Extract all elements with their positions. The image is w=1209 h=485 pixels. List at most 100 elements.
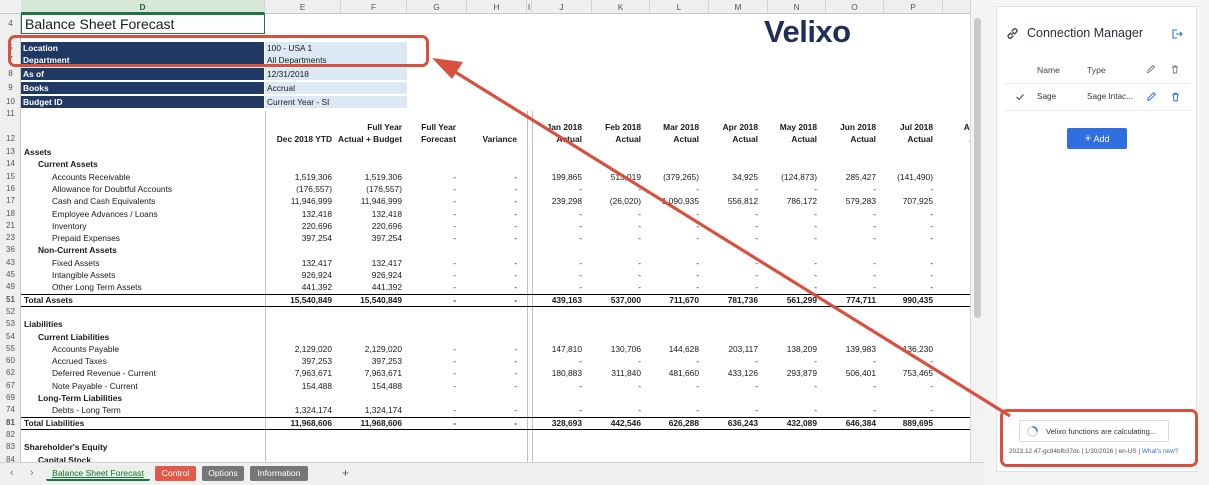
cell-n[interactable]: -: [758, 220, 817, 232]
cell-e[interactable]: 220,696: [255, 220, 332, 232]
cell-h[interactable]: -: [457, 183, 517, 195]
cell-j[interactable]: -: [522, 257, 582, 269]
sheet-tab-information[interactable]: Information: [250, 466, 308, 481]
cell-n[interactable]: 561,299: [758, 294, 817, 306]
cell-m[interactable]: -: [699, 183, 758, 195]
cell-p[interactable]: -: [874, 220, 933, 232]
cell-f[interactable]: (176,557): [331, 183, 402, 195]
cell-g[interactable]: -: [397, 171, 456, 183]
cell-k[interactable]: -: [582, 380, 641, 392]
param-value[interactable]: Current Year - SI: [265, 96, 407, 109]
column-header-o[interactable]: O: [826, 0, 884, 14]
cell-o[interactable]: 506,401: [816, 367, 876, 379]
cell-k[interactable]: -: [582, 404, 641, 416]
cell-n[interactable]: 293,879: [758, 367, 817, 379]
cell-n[interactable]: -: [758, 232, 817, 244]
cell-e[interactable]: 926,924: [255, 269, 332, 281]
cell-h[interactable]: -: [457, 355, 517, 367]
cell-e[interactable]: 1,519,306: [255, 171, 332, 183]
cell-o[interactable]: -: [816, 257, 876, 269]
row-label[interactable]: Deferred Revenue - Current: [52, 367, 156, 379]
cell-o[interactable]: -: [816, 183, 876, 195]
cell-h[interactable]: -: [457, 367, 517, 379]
cell-k[interactable]: -: [582, 269, 641, 281]
cell-k[interactable]: -: [582, 208, 641, 220]
row-label[interactable]: Non-Current Assets: [38, 244, 117, 256]
cell-j[interactable]: -: [522, 208, 582, 220]
cell-l[interactable]: -: [640, 404, 699, 416]
cell-g[interactable]: -: [397, 404, 456, 416]
cell-n[interactable]: 138,209: [758, 343, 817, 355]
cell-g[interactable]: -: [397, 257, 456, 269]
cell-g[interactable]: -: [397, 195, 456, 207]
cell-f[interactable]: 1,519,306: [331, 171, 402, 183]
delete-connection-icon[interactable]: [1170, 91, 1181, 102]
cell-p[interactable]: 136,230: [874, 343, 933, 355]
cell-f[interactable]: 1,324,174: [331, 404, 402, 416]
row-label[interactable]: Prepaid Expenses: [52, 232, 120, 244]
cell-h[interactable]: -: [457, 294, 517, 306]
cell-o[interactable]: 285,427: [816, 171, 876, 183]
cell-f[interactable]: 441,392: [331, 281, 402, 293]
cell-n[interactable]: 786,172: [758, 195, 817, 207]
cell-m[interactable]: -: [699, 380, 758, 392]
param-label[interactable]: Books: [21, 82, 264, 95]
tab-scroll-prev-button[interactable]: ‹: [4, 466, 20, 481]
cell-l[interactable]: 1,090,935: [640, 195, 699, 207]
cell-e[interactable]: 397,254: [255, 232, 332, 244]
cell-f[interactable]: 154,488: [331, 380, 402, 392]
cell-m[interactable]: 34,925: [699, 171, 758, 183]
row-label[interactable]: Assets: [24, 146, 51, 158]
cell-j[interactable]: -: [522, 380, 582, 392]
cell-k[interactable]: 513,019: [582, 171, 641, 183]
cell-n[interactable]: -: [758, 208, 817, 220]
column-header-e[interactable]: E: [265, 0, 341, 14]
cell-q[interactable]: 7: [933, 294, 970, 306]
cell-g[interactable]: -: [397, 208, 456, 220]
cell-l[interactable]: -: [640, 183, 699, 195]
cell-n[interactable]: 432,089: [758, 417, 817, 429]
cell-m[interactable]: -: [699, 208, 758, 220]
row-label[interactable]: Fixed Assets: [52, 257, 99, 269]
cell-p[interactable]: (141,490): [874, 171, 933, 183]
param-label[interactable]: Budget ID: [21, 96, 264, 109]
cell-f[interactable]: 7,963,671: [331, 367, 402, 379]
cell-h[interactable]: -: [457, 269, 517, 281]
cell-l[interactable]: 626,288: [640, 417, 699, 429]
cell-e[interactable]: 15,540,849: [255, 294, 332, 306]
sheet-tab-options[interactable]: Options: [202, 466, 244, 481]
row-label[interactable]: Accounts Receivable: [52, 171, 130, 183]
cell-f[interactable]: 926,924: [331, 269, 402, 281]
connection-row[interactable]: Sage Sage Intac...: [997, 87, 1196, 107]
cell-l[interactable]: 481,660: [640, 367, 699, 379]
cell-h[interactable]: -: [457, 343, 517, 355]
cell-j[interactable]: 180,883: [522, 367, 582, 379]
cell-h[interactable]: -: [457, 417, 517, 429]
cell-p[interactable]: -: [874, 208, 933, 220]
cell-j[interactable]: 147,810: [522, 343, 582, 355]
cell-l[interactable]: -: [640, 208, 699, 220]
cell-m[interactable]: 636,243: [699, 417, 758, 429]
cell-e[interactable]: (176,557): [255, 183, 332, 195]
cell-o[interactable]: -: [816, 404, 876, 416]
row-label[interactable]: Current Assets: [38, 158, 98, 170]
cell-n[interactable]: -: [758, 257, 817, 269]
cell-k[interactable]: 442,546: [582, 417, 641, 429]
cell-j[interactable]: 439,163: [522, 294, 582, 306]
cell-k[interactable]: -: [582, 355, 641, 367]
column-header-k[interactable]: K: [592, 0, 650, 14]
row-label[interactable]: Allowance for Doubtful Accounts: [52, 183, 172, 195]
row-label[interactable]: Accounts Payable: [52, 343, 119, 355]
row-label[interactable]: Accrued Taxes: [52, 355, 107, 367]
cell-g[interactable]: -: [397, 232, 456, 244]
row-label[interactable]: Total Liabilities: [24, 417, 84, 429]
cell-k[interactable]: 537,000: [582, 294, 641, 306]
cell-k[interactable]: 311,840: [582, 367, 641, 379]
cell-o[interactable]: 646,384: [816, 417, 876, 429]
cell-e[interactable]: 7,963,671: [255, 367, 332, 379]
cell-k[interactable]: 130,706: [582, 343, 641, 355]
cell-l[interactable]: -: [640, 220, 699, 232]
cell-p[interactable]: -: [874, 269, 933, 281]
cell-e[interactable]: 11,968,606: [255, 417, 332, 429]
cell-g[interactable]: -: [397, 355, 456, 367]
